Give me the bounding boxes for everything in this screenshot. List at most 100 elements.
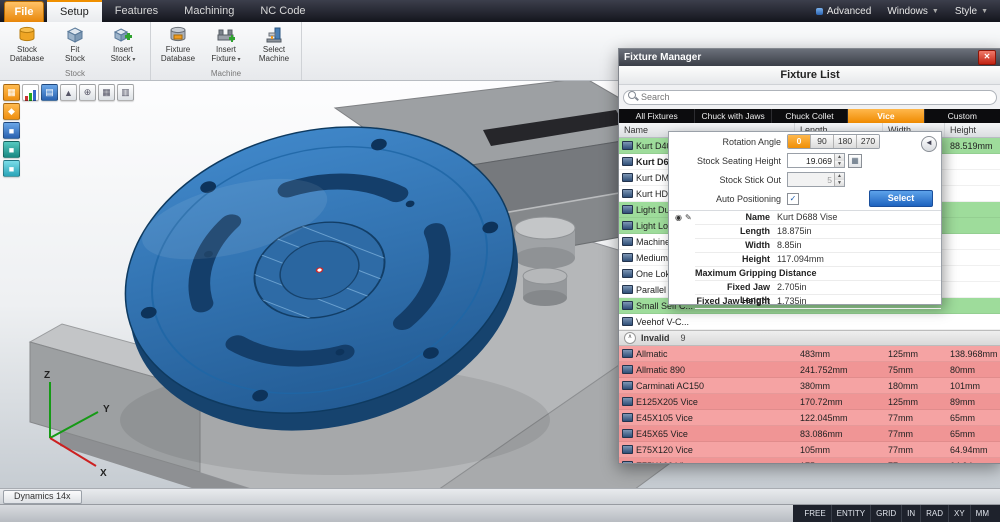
jaw-height-label: Fixed Jaw Height bbox=[695, 295, 777, 308]
advanced-icon bbox=[816, 8, 823, 15]
axis-x-label: X bbox=[100, 468, 107, 479]
mode-mm[interactable]: MM bbox=[970, 505, 994, 522]
table-row[interactable]: E45X65 Vice 83.086mm 77mm 65mm bbox=[619, 426, 1000, 442]
button-label: Insert bbox=[216, 45, 236, 54]
fixture-name: Veehof V-C... bbox=[636, 317, 689, 327]
insert-fixture-button[interactable]: InsertFixture ▾ bbox=[202, 24, 250, 69]
file-menu-button[interactable]: File bbox=[4, 1, 44, 22]
ribbon-group-stock: StockDatabase FitStock bbox=[0, 22, 151, 80]
table-row[interactable]: E75X120 Vice 105mm 77mm 64.94mm bbox=[619, 442, 1000, 458]
vise-handle bbox=[515, 217, 575, 306]
stock-stick-out-input[interactable] bbox=[788, 173, 834, 186]
chevron-down-icon: ▼ bbox=[981, 8, 988, 15]
fixture-tabs: All Fixtures Chuck with Jaws Chuck Colle… bbox=[619, 109, 1000, 123]
table-row[interactable]: E75X160 Vice 175mm 77mm 64.94mm bbox=[619, 458, 1000, 463]
mode-units[interactable]: IN bbox=[901, 505, 920, 522]
front-view-icon[interactable]: ■ bbox=[3, 141, 20, 158]
status-modes: FREE ENTITY GRID IN RAD XY MM bbox=[793, 505, 1000, 522]
select-machine-button[interactable]: SelectMachine bbox=[250, 24, 298, 69]
grid-icon[interactable]: ▦ bbox=[98, 84, 115, 101]
menu-advanced[interactable]: Advanced bbox=[816, 6, 871, 17]
group-label-machine: Machine bbox=[154, 69, 298, 80]
fixture-name: Carminati AC150 bbox=[636, 381, 704, 391]
vise-icon bbox=[622, 253, 633, 262]
fixture-manager-titlebar[interactable]: Fixture Manager ✕ bbox=[619, 49, 1000, 66]
stock-database-button[interactable]: StockDatabase bbox=[3, 24, 51, 69]
table-row[interactable]: E45X105 Vice 122.045mm 77mm 65mm bbox=[619, 410, 1000, 426]
tab-all-fixtures[interactable]: All Fixtures bbox=[619, 109, 695, 123]
angle-270-button[interactable]: 270 bbox=[857, 135, 879, 148]
layout-panels-icon[interactable]: ▥ bbox=[117, 84, 134, 101]
invalid-section-header[interactable]: ∧ Invalid 9 bbox=[619, 330, 1000, 346]
tab-machining[interactable]: Machining bbox=[171, 0, 247, 22]
visibility-icon[interactable]: ◉ bbox=[675, 213, 682, 222]
tab-features[interactable]: Features bbox=[102, 0, 171, 22]
mode-entity[interactable]: ENTITY bbox=[831, 505, 870, 522]
mode-free[interactable]: FREE bbox=[799, 505, 830, 522]
collapse-icon[interactable]: ∧ bbox=[624, 332, 636, 344]
button-label: Stock bbox=[65, 54, 85, 63]
button-label: Stock bbox=[17, 45, 37, 54]
menu-style-label: Style bbox=[955, 6, 977, 17]
iso-view-icon[interactable]: ◆ bbox=[3, 103, 20, 120]
material-icon[interactable]: ▤ bbox=[41, 84, 58, 101]
table-row[interactable]: E125X205 Vice 170.72mm 125mm 89mm bbox=[619, 394, 1000, 410]
spinner[interactable]: ▲▼ bbox=[834, 173, 844, 186]
chevron-down-icon: ▼ bbox=[932, 8, 939, 15]
tab-custom[interactable]: Custom bbox=[925, 109, 1000, 123]
spinner[interactable]: ▲▼ bbox=[834, 154, 844, 167]
mode-angle[interactable]: RAD bbox=[920, 505, 948, 522]
angle-180-button[interactable]: 180 bbox=[834, 135, 857, 148]
tab-chuck-with-jaws[interactable]: Chuck with Jaws bbox=[695, 109, 771, 123]
zoom-icon[interactable]: ⊕ bbox=[79, 84, 96, 101]
angle-90-button[interactable]: 90 bbox=[811, 135, 834, 148]
tab-nc-code[interactable]: NC Code bbox=[247, 0, 318, 22]
table-row[interactable]: Allmatic 890 241.752mm 75mm 80mm bbox=[619, 362, 1000, 378]
stock-seating-height-input[interactable] bbox=[788, 154, 834, 167]
angle-0-button[interactable]: 0 bbox=[788, 135, 811, 148]
top-view-icon[interactable]: ■ bbox=[3, 122, 20, 139]
stock-wizard-icon[interactable]: ▦ bbox=[3, 84, 20, 101]
fixture-list-title: Fixture List bbox=[619, 66, 1000, 85]
vise-icon bbox=[622, 429, 633, 438]
fit-stock-button[interactable]: FitStock bbox=[51, 24, 99, 69]
menu-style[interactable]: Style ▼ bbox=[955, 6, 988, 17]
grid-picker-icon[interactable]: ▦ bbox=[848, 154, 862, 168]
detail-height-label: Height bbox=[695, 253, 777, 266]
tab-chuck-collet[interactable]: Chuck Collet bbox=[772, 109, 848, 123]
up-arrow-icon[interactable]: ▲ bbox=[60, 84, 77, 101]
right-view-icon[interactable]: ■ bbox=[3, 160, 20, 177]
fixture-database-button[interactable]: FixtureDatabase bbox=[154, 24, 202, 69]
dynamics-tab[interactable]: Dynamics 14x bbox=[3, 490, 82, 504]
vise-icon bbox=[622, 285, 633, 294]
dropdown-arrow-icon: ▾ bbox=[236, 57, 241, 63]
rotation-angle-segmented: 0 90 180 270 bbox=[787, 134, 880, 149]
vise-icon bbox=[622, 157, 633, 166]
back-arrow-button[interactable]: ◄ bbox=[921, 136, 937, 152]
button-label: Stock bbox=[111, 54, 131, 63]
detail-width-label: Width bbox=[695, 239, 777, 252]
search-input[interactable] bbox=[623, 90, 997, 105]
column-height[interactable]: Height bbox=[945, 123, 1000, 137]
table-row[interactable]: Allmatic 483mm 125mm 138.968mm bbox=[619, 346, 1000, 362]
fixture-name: E75X160 Vice bbox=[636, 461, 693, 464]
mode-plane[interactable]: XY bbox=[948, 505, 970, 522]
chart-icon[interactable] bbox=[22, 84, 39, 101]
invalid-label: Invalid bbox=[641, 333, 670, 343]
table-row[interactable]: Carminati AC150 380mm 180mm 101mm bbox=[619, 378, 1000, 394]
button-label: Database bbox=[10, 54, 44, 63]
mode-grid[interactable]: GRID bbox=[870, 505, 901, 522]
tab-setup[interactable]: Setup bbox=[47, 0, 102, 22]
vise-icon bbox=[622, 461, 633, 463]
group-label-stock: Stock bbox=[3, 69, 147, 80]
close-button[interactable]: ✕ bbox=[978, 50, 996, 65]
auto-positioning-checkbox[interactable]: ✓ bbox=[787, 193, 799, 205]
select-button[interactable]: Select bbox=[869, 190, 933, 207]
fixture-name: Allmatic bbox=[636, 349, 668, 359]
tab-vice[interactable]: Vice bbox=[848, 109, 924, 123]
table-row[interactable]: Veehof V-C... bbox=[619, 314, 1000, 330]
menu-windows[interactable]: Windows ▼ bbox=[887, 6, 939, 17]
invalid-count: 9 bbox=[681, 333, 686, 343]
edit-icon[interactable]: ✎ bbox=[685, 213, 692, 222]
insert-stock-button[interactable]: InsertStock ▾ bbox=[99, 24, 147, 69]
